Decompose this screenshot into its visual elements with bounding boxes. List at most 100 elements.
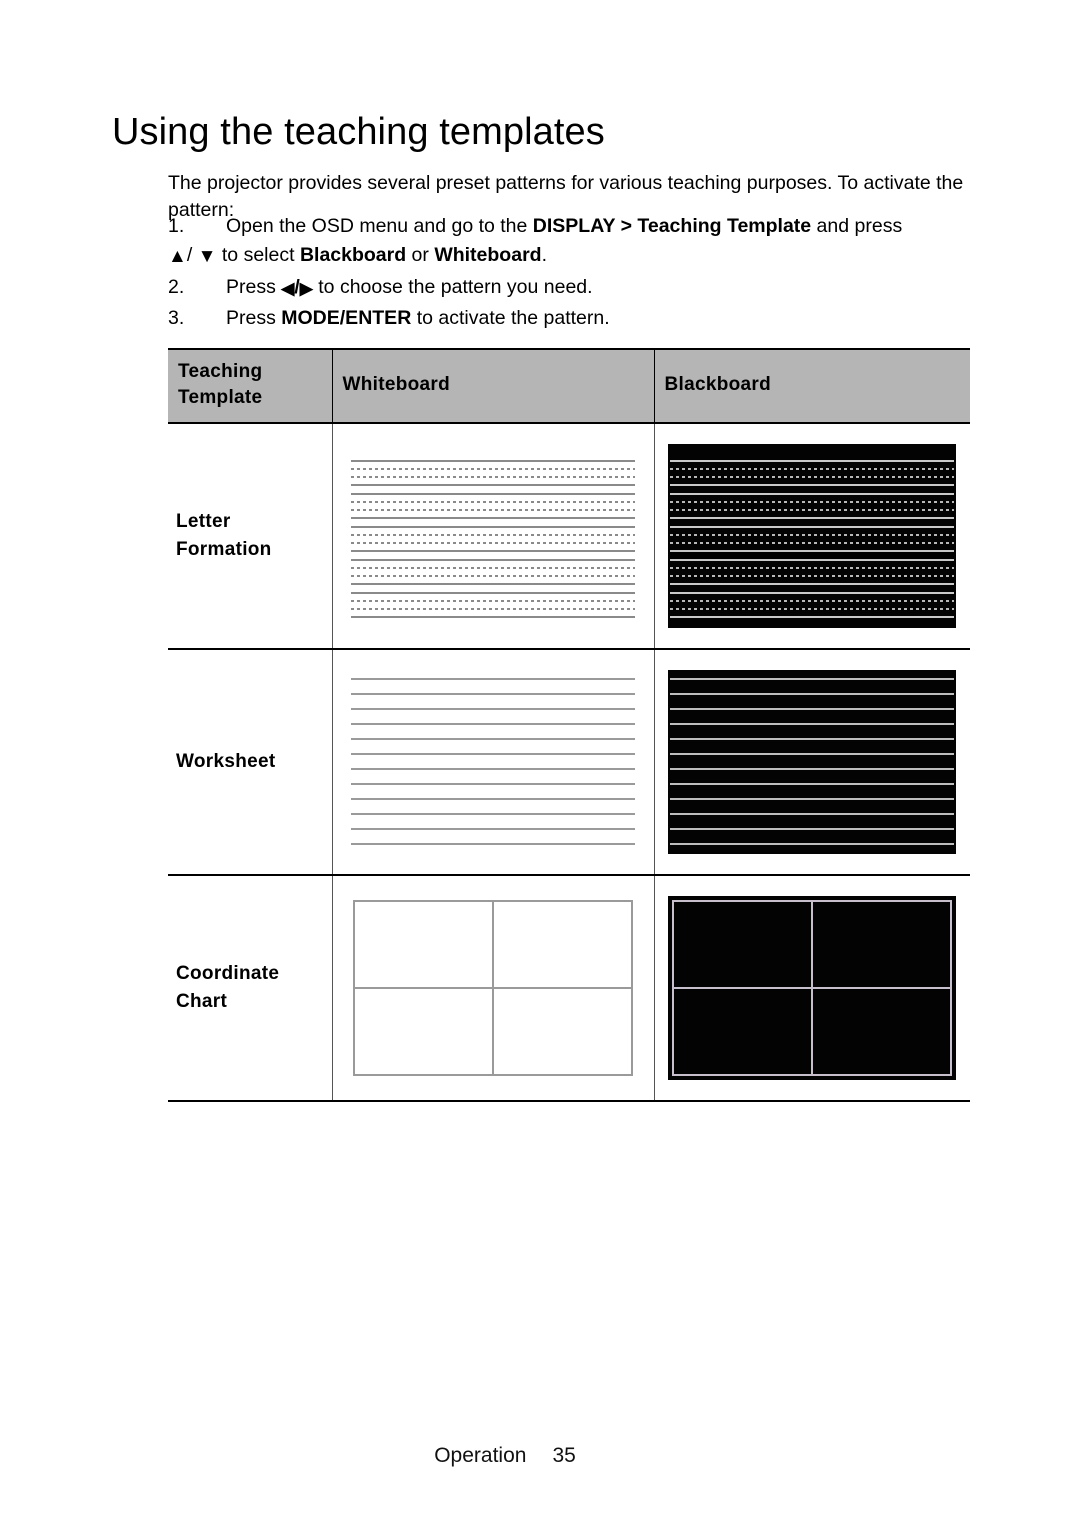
rule-solid-top — [670, 559, 955, 561]
pattern-coordinate-chart-whiteboard — [349, 896, 637, 1080]
rule-solid-bottom — [670, 550, 955, 552]
rule-solid-bottom — [670, 484, 955, 486]
step-3-number: 3. — [168, 307, 185, 329]
rule-line — [670, 708, 955, 710]
rule-line — [670, 678, 955, 680]
step-2: 2. Press ◀/▶ to choose the pattern you n… — [168, 273, 978, 302]
rule-dashed-upper — [351, 567, 635, 569]
header-blackboard: Blackboard — [654, 348, 970, 424]
teaching-template-table: Teaching Template Whiteboard Blackboard … — [168, 348, 970, 1102]
step-2-text-pre: Press — [226, 276, 282, 298]
rule-dashed-upper — [670, 600, 955, 602]
rule-dashed-lower — [670, 575, 955, 577]
rule-line — [670, 828, 955, 830]
table-row: Worksheet — [168, 649, 971, 876]
pattern-letter-formation-whiteboard — [349, 444, 637, 628]
step-1-slash: / — [186, 244, 198, 266]
coordinate-horizontal-axis — [355, 987, 631, 989]
rule-solid-top — [670, 493, 955, 495]
instruction-steps: 1. Open the OSD menu and go to the DISPL… — [168, 212, 978, 335]
row-label-letter-formation: Letter Formation — [168, 423, 333, 650]
coordinate-frame — [353, 900, 633, 1076]
rule-line — [351, 708, 635, 710]
step-1-separator: > — [615, 215, 638, 237]
step-1: 1. Open the OSD menu and go to the DISPL… — [168, 212, 978, 271]
pattern-coordinate-chart-blackboard — [668, 896, 957, 1080]
step-2-text-post: to choose the pattern you need. — [312, 276, 593, 298]
arrow-down-icon: ▼ — [197, 246, 217, 267]
step-1-text-pre: Open the OSD menu and go to the — [226, 215, 533, 237]
row-label-text: Letter Formation — [168, 508, 332, 564]
step-3-mode-enter-label: MODE/ENTER — [281, 307, 412, 329]
table-header-row: Teaching Template Whiteboard Blackboard — [168, 348, 970, 424]
document-page: Using the teaching templates The project… — [0, 0, 1080, 1529]
pattern-wrapper — [333, 650, 654, 874]
footer-page-number: 35 — [552, 1444, 576, 1467]
cell-letter-formation-blackboard — [654, 423, 971, 650]
row-label-line2: Formation — [176, 539, 272, 560]
pattern-wrapper — [655, 424, 971, 648]
arrow-left-icon: ◀ — [281, 279, 295, 298]
page-footer: Operation 35 — [0, 1444, 1080, 1468]
rule-line — [351, 783, 635, 785]
rule-line — [351, 738, 635, 740]
cell-letter-formation-whiteboard — [332, 423, 655, 650]
rule-dashed-lower — [351, 575, 635, 577]
cell-worksheet-blackboard — [654, 649, 971, 876]
row-label-line1: Worksheet — [176, 751, 276, 772]
rule-solid-top — [670, 460, 955, 462]
rule-line — [351, 843, 635, 845]
rule-solid-top — [351, 460, 635, 462]
pattern-wrapper — [655, 650, 971, 874]
rule-dashed-upper — [670, 501, 955, 503]
table-row: Coordinate Chart — [168, 875, 971, 1102]
step-1-or: or — [406, 244, 435, 266]
rule-dashed-upper — [670, 468, 955, 470]
coordinate-frame — [672, 900, 953, 1076]
rule-line — [670, 768, 955, 770]
rule-dashed-lower — [670, 476, 955, 478]
rule-dashed-lower — [351, 542, 635, 544]
rule-dashed-lower — [670, 608, 955, 610]
pattern-wrapper — [333, 876, 654, 1100]
rule-line — [670, 753, 955, 755]
rule-dashed-lower — [351, 509, 635, 511]
arrow-right-icon: ▶ — [299, 279, 313, 298]
rule-solid-bottom — [351, 550, 635, 552]
step-3-body: Press MODE/ENTER to activate the pattern… — [226, 307, 610, 329]
footer-section-name: Operation — [434, 1444, 527, 1467]
cell-coordinate-chart-blackboard — [654, 875, 971, 1102]
row-label-text: Coordinate Chart — [168, 960, 332, 1016]
step-1-body: Open the OSD menu and go to the DISPLAY … — [168, 215, 902, 267]
rule-line — [670, 783, 955, 785]
rule-line — [670, 798, 955, 800]
rule-dashed-upper — [351, 501, 635, 503]
pattern-wrapper — [655, 876, 971, 1100]
rule-line — [351, 768, 635, 770]
row-label-coordinate-chart: Coordinate Chart — [168, 875, 333, 1102]
rule-solid-bottom — [351, 484, 635, 486]
rule-solid-top — [351, 493, 635, 495]
step-3-text-post: to activate the pattern. — [411, 307, 610, 329]
step-1-number: 1. — [168, 215, 185, 237]
rule-line — [351, 828, 635, 830]
rule-solid-top — [351, 559, 635, 561]
rule-solid-top — [670, 526, 955, 528]
step-1-line2-end: . — [541, 244, 547, 266]
row-label-line1: Letter — [176, 511, 231, 532]
header-teaching-template-line1: Teaching — [178, 361, 263, 382]
pattern-worksheet-blackboard — [668, 670, 957, 854]
step-2-body: Press ◀/▶ to choose the pattern you need… — [226, 276, 593, 298]
rule-line — [351, 813, 635, 815]
rule-solid-bottom — [351, 517, 635, 519]
arrow-up-icon: ▲ — [168, 246, 187, 267]
cell-worksheet-whiteboard — [332, 649, 655, 876]
pattern-wrapper — [333, 424, 654, 648]
rule-solid-bottom — [670, 616, 955, 618]
rule-line — [670, 693, 955, 695]
coordinate-horizontal-axis — [674, 987, 951, 989]
pattern-letter-formation-blackboard — [668, 444, 957, 628]
step-1-teaching-template-label: Teaching Template — [637, 215, 812, 237]
rule-line — [351, 678, 635, 680]
rule-dashed-upper — [351, 600, 635, 602]
